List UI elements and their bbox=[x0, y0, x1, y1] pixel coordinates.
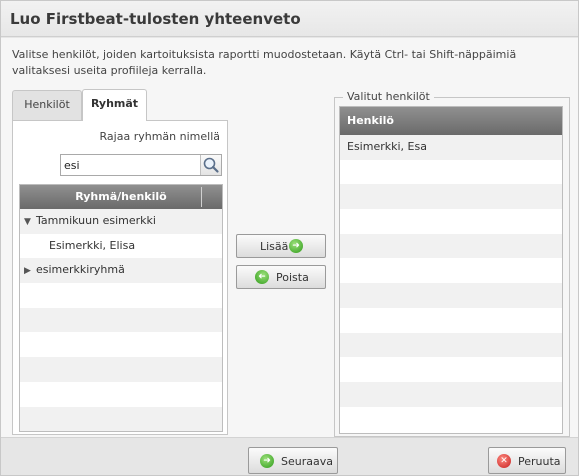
search-box bbox=[60, 154, 222, 176]
filter-label: Rajaa ryhmän nimellä bbox=[99, 130, 220, 143]
empty-row bbox=[340, 159, 562, 185]
empty-row bbox=[340, 332, 562, 358]
empty-row bbox=[340, 258, 562, 284]
empty-row bbox=[340, 233, 562, 259]
dialog-content: Valitse henkilöt, joiden kartoituksista … bbox=[1, 38, 578, 438]
selected-persons-fieldset: Valitut henkilöt Henkilö Esimerkki, Esa bbox=[334, 90, 570, 437]
magnifier-icon bbox=[203, 157, 219, 173]
arrow-right-icon: ➜ bbox=[260, 454, 274, 468]
empty-row bbox=[20, 381, 222, 407]
remove-label: Poista bbox=[276, 271, 309, 284]
expanded-triangle-icon[interactable]: ▼ bbox=[24, 210, 36, 234]
add-button[interactable]: Lisää ➜ bbox=[236, 234, 326, 258]
search-button[interactable] bbox=[200, 155, 221, 175]
column-separator bbox=[201, 187, 202, 207]
person-label: Esimerkki, Elisa bbox=[49, 238, 136, 252]
search-input[interactable] bbox=[61, 155, 199, 175]
cancel-button[interactable]: ✕ Peruuta bbox=[488, 447, 566, 474]
grid-header: Ryhmä/henkilö bbox=[20, 185, 222, 209]
collapsed-triangle-icon[interactable]: ▶ bbox=[24, 259, 36, 283]
selected-persons-grid: Henkilö Esimerkki, Esa bbox=[339, 106, 563, 434]
groups-tab-panel: Rajaa ryhmän nimellä Ryhmä/henkilö ▼Tamm… bbox=[12, 120, 228, 435]
column-header-group-person: Ryhmä/henkilö bbox=[75, 190, 167, 203]
selected-grid-body: Esimerkki, Esa bbox=[340, 135, 562, 432]
empty-row bbox=[20, 283, 222, 308]
empty-row bbox=[340, 381, 562, 407]
table-row[interactable]: ▼ Tammikuun esimerkki bbox=[20, 209, 222, 234]
add-label: Lisää bbox=[260, 240, 289, 253]
next-label: Seuraava bbox=[281, 455, 333, 468]
close-icon: ✕ bbox=[497, 454, 511, 468]
empty-row bbox=[340, 283, 562, 308]
empty-row bbox=[20, 332, 222, 358]
groups-grid: Ryhmä/henkilö ▼ Tammikuun esimerkki Esime… bbox=[19, 184, 223, 432]
empty-row bbox=[340, 357, 562, 382]
next-button[interactable]: ➜ Seuraava bbox=[248, 447, 338, 474]
group-label: Tammikuun esimerkki bbox=[36, 214, 156, 227]
instructions-text: Valitse henkilöt, joiden kartoituksista … bbox=[12, 48, 517, 77]
empty-row bbox=[340, 209, 562, 234]
table-row[interactable]: ▶ esimerkkiryhmä bbox=[20, 258, 222, 284]
empty-row bbox=[20, 307, 222, 333]
arrow-left-icon: ➜ bbox=[255, 270, 269, 284]
empty-row bbox=[340, 307, 562, 333]
tab-ryhmat[interactable]: Ryhmät bbox=[82, 89, 147, 121]
selected-persons-legend: Valitut henkilöt bbox=[343, 90, 434, 103]
title-bar: Luo Firstbeat-tulosten yhteenveto bbox=[1, 1, 578, 37]
cancel-label: Peruuta bbox=[518, 455, 561, 468]
empty-row bbox=[20, 357, 222, 382]
dialog-title: Luo Firstbeat-tulosten yhteenveto bbox=[10, 10, 301, 28]
empty-row bbox=[340, 406, 562, 432]
group-label: esimerkkiryhmä bbox=[36, 263, 125, 277]
remove-button[interactable]: ➜ Poista bbox=[236, 265, 326, 289]
column-header-person: Henkilö bbox=[340, 107, 562, 135]
table-row[interactable]: Esimerkki, Esa bbox=[340, 135, 562, 160]
empty-row bbox=[20, 406, 222, 431]
table-row[interactable]: Esimerkki, Elisa bbox=[20, 233, 222, 259]
grid-body: ▼ Tammikuun esimerkki Esimerkki, Elisa ▶ e… bbox=[20, 209, 222, 431]
arrow-right-icon: ➜ bbox=[289, 239, 303, 253]
dialog-window: Luo Firstbeat-tulosten yhteenveto Valits… bbox=[0, 0, 579, 476]
tab-henkilot[interactable]: Henkilöt bbox=[12, 90, 82, 120]
empty-row bbox=[340, 184, 562, 210]
